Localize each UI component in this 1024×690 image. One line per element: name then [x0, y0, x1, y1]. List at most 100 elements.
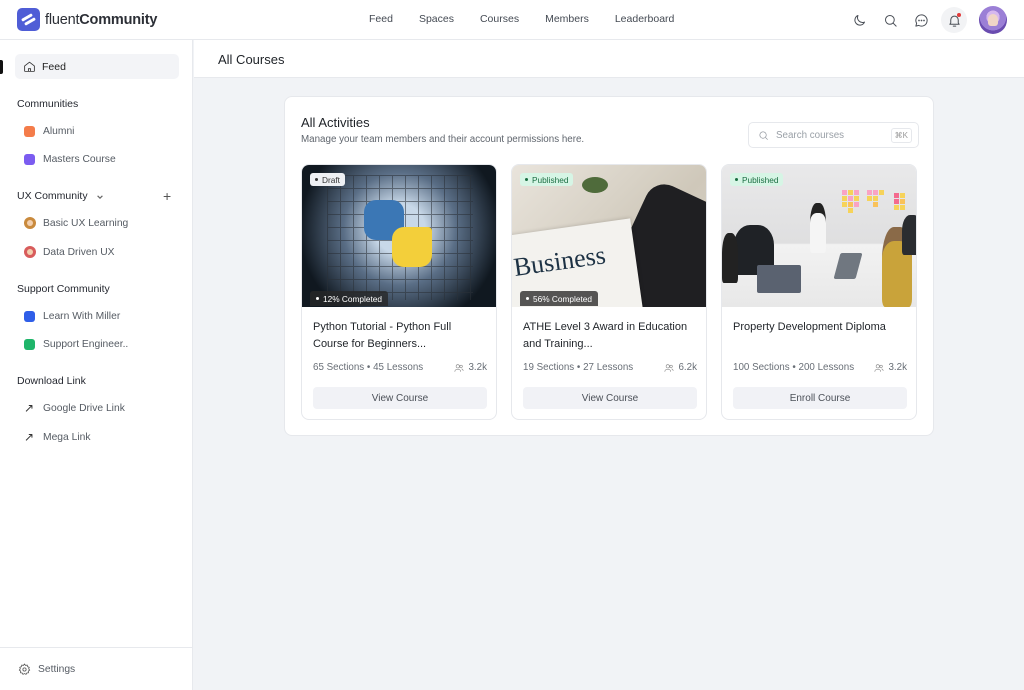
page-header: All Courses	[194, 40, 1024, 78]
sidebar-item-label: Data Driven UX	[43, 246, 115, 258]
section-title-support-community: Support Community	[17, 283, 110, 295]
top-navigation: Feed Spaces Courses Members Leaderboard	[369, 13, 674, 25]
sections-count: 65 Sections	[313, 362, 365, 373]
view-course-button[interactable]: View Course	[523, 387, 697, 409]
students-count: 6.2k	[678, 362, 697, 373]
students-count: 3.2k	[468, 362, 487, 373]
active-indicator	[0, 60, 3, 74]
logo-icon	[17, 8, 40, 31]
nav-courses[interactable]: Courses	[480, 13, 519, 25]
sidebar-item-label: Feed	[42, 60, 66, 73]
space-color-icon	[24, 125, 35, 137]
logo-text-bold: Community	[79, 11, 158, 28]
notifications-button[interactable]	[941, 7, 967, 33]
sidebar-item-masters-course[interactable]: Masters Course	[24, 151, 116, 167]
panel-subtitle: Manage your team members and their accou…	[301, 134, 585, 145]
thumbnail-text: Business	[512, 240, 608, 282]
course-thumbnail: Business Published 56% Completed	[512, 165, 706, 307]
course-meta: 100 Sections • 200 Lessons 3.2k	[733, 362, 907, 373]
nav-members[interactable]: Members	[545, 13, 589, 25]
lessons-count: 45 Lessons	[373, 362, 424, 373]
space-avatar-icon	[24, 217, 36, 229]
search-icon	[884, 14, 897, 27]
course-meta: 65 Sections • 45 Lessons 3.2k	[313, 362, 487, 373]
course-search[interactable]: ⌘K	[748, 122, 919, 148]
sidebar-item-basic-ux-learning[interactable]: Basic UX Learning	[24, 215, 128, 231]
gear-icon	[18, 662, 31, 675]
enroll-course-button[interactable]: Enroll Course	[733, 387, 907, 409]
sidebar-link-mega[interactable]: ↗ Mega Link	[24, 429, 91, 445]
users-icon	[455, 363, 464, 372]
section-title-ux-community[interactable]: UX Community	[17, 190, 104, 202]
view-course-button[interactable]: View Course	[313, 387, 487, 409]
sections-count: 100 Sections	[733, 362, 790, 373]
course-thumbnail: Published	[722, 165, 916, 307]
course-card[interactable]: Business Published 56% Completed ATHE Le…	[511, 164, 707, 420]
sidebar-item-label: Support Engineer..	[43, 338, 129, 350]
search-button[interactable]	[881, 11, 899, 29]
section-title-communities: Communities	[17, 98, 79, 110]
status-badge: Published	[520, 173, 574, 186]
space-avatar-icon	[24, 246, 36, 258]
sidebar-item-label: Masters Course	[43, 153, 116, 165]
space-color-icon	[24, 153, 35, 165]
plus-icon: +	[163, 188, 172, 204]
status-badge: Draft	[310, 173, 345, 186]
dark-mode-toggle[interactable]	[850, 11, 868, 29]
course-thumbnail: Draft 12% Completed	[302, 165, 496, 307]
course-title[interactable]: Property Development Diploma	[733, 319, 908, 336]
space-color-icon	[24, 338, 35, 350]
logo-text-light: fluent	[45, 11, 80, 28]
messages-button[interactable]	[912, 11, 930, 29]
users-icon	[875, 363, 884, 372]
home-icon	[24, 61, 35, 72]
course-title[interactable]: Python Tutorial - Python Full Course for…	[313, 319, 488, 353]
settings-label: Settings	[38, 663, 76, 675]
page-title: All Courses	[218, 52, 285, 67]
moon-icon	[853, 14, 865, 26]
sidebar-item-label: Mega Link	[43, 431, 91, 443]
external-link-icon: ↗	[24, 430, 35, 444]
panel-title: All Activities	[301, 115, 370, 130]
nav-feed[interactable]: Feed	[369, 13, 393, 25]
nav-spaces[interactable]: Spaces	[419, 13, 454, 25]
sidebar: Feed Communities Alumni Masters Course U…	[0, 40, 193, 690]
sidebar-item-label: Learn With Miller	[43, 310, 121, 322]
progress-badge: 12% Completed	[310, 291, 389, 306]
search-courses-input[interactable]	[776, 129, 886, 141]
courses-panel: All Activities Manage your team members …	[284, 96, 934, 436]
chevron-down-icon	[96, 192, 104, 200]
sidebar-item-support-engineer[interactable]: Support Engineer..	[24, 336, 128, 352]
section-title-download-link: Download Link	[17, 375, 86, 387]
search-icon	[759, 130, 768, 140]
users-icon	[665, 363, 674, 372]
progress-badge: 56% Completed	[520, 291, 599, 306]
add-space-button[interactable]: +	[163, 189, 171, 203]
top-bar: fluentCommunity Feed Spaces Courses Memb…	[0, 0, 1024, 40]
sidebar-item-label: Google Drive Link	[43, 402, 125, 414]
user-avatar[interactable]	[979, 6, 1007, 34]
course-title[interactable]: ATHE Level 3 Award in Education and Trai…	[523, 319, 698, 353]
lessons-count: 200 Lessons	[798, 362, 855, 373]
sidebar-link-google-drive[interactable]: ↗ Google Drive Link	[24, 400, 125, 416]
sidebar-item-feed[interactable]: Feed	[15, 54, 179, 79]
nav-leaderboard[interactable]: Leaderboard	[615, 13, 675, 25]
sidebar-item-data-driven-ux[interactable]: Data Driven UX	[24, 244, 115, 260]
space-color-icon	[24, 310, 35, 322]
course-card[interactable]: Published Property Development Diploma 1…	[721, 164, 917, 420]
sidebar-item-learn-with-miller[interactable]: Learn With Miller	[24, 308, 120, 324]
settings-button[interactable]: Settings	[0, 647, 193, 690]
shortcut-hint: ⌘K	[890, 128, 912, 143]
section-title-label: UX Community	[17, 190, 88, 202]
sidebar-item-label: Alumni	[43, 125, 75, 137]
course-card[interactable]: Draft 12% Completed Python Tutorial - Py…	[301, 164, 497, 420]
sidebar-item-alumni[interactable]: Alumni	[24, 123, 74, 139]
external-link-icon: ↗	[24, 401, 35, 415]
status-badge: Published	[730, 173, 784, 186]
sidebar-item-label: Basic UX Learning	[43, 217, 129, 229]
chat-icon	[914, 13, 928, 27]
app-logo[interactable]: fluentCommunity	[17, 8, 157, 31]
course-meta: 19 Sections • 27 Lessons 6.2k	[523, 362, 697, 373]
sections-count: 19 Sections	[523, 362, 575, 373]
students-count: 3.2k	[888, 362, 907, 373]
